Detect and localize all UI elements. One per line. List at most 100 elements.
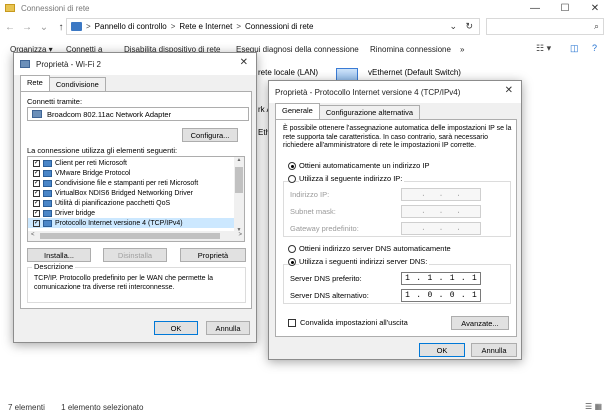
close-icon[interactable]: ✕ [240, 57, 248, 68]
adapter-icon [32, 110, 42, 118]
breadcrumb-item[interactable]: Pannello di controllo [95, 22, 167, 31]
breadcrumb-separator: > [86, 22, 91, 31]
checkbox[interactable]: ✓ [33, 219, 40, 227]
list-item[interactable]: ✓ Utilità di pianificazione pacchetti QoS [28, 198, 170, 208]
protocol-icon [43, 219, 52, 227]
list-item-selected[interactable]: ✓ Protocollo Internet versione 4 (TCP/IPv… [28, 218, 236, 228]
list-item[interactable]: ✓ Condivisione file e stampanti per reti … [28, 178, 198, 188]
change-view-button[interactable]: ☷ ▾ [536, 43, 551, 54]
breadcrumb-separator: > [170, 22, 176, 31]
alternate-dns-field[interactable]: 1.0.0.1 [401, 289, 481, 302]
tab-alternate-config[interactable]: Configurazione alternativa [318, 105, 420, 119]
checkbox[interactable]: ✓ [33, 199, 40, 207]
intro-text: È possibile ottenere l'assegnazione auto… [283, 125, 512, 149]
breadcrumb-separator: > [236, 22, 241, 31]
maximize-button[interactable]: ☐ [550, 0, 580, 16]
more-commands-button[interactable]: » [460, 45, 464, 54]
cancel-button[interactable]: Annulla [471, 343, 517, 357]
list-item[interactable]: ✓ VirtualBox NDIS6 Bridged Networking Dri… [28, 188, 193, 198]
configure-button[interactable]: Configura... [182, 128, 238, 142]
refresh-button[interactable]: ↻ [465, 21, 473, 32]
vertical-scrollbar[interactable]: ▲ ▼ [234, 157, 244, 233]
properties-button[interactable]: Proprietà [180, 248, 246, 262]
close-button[interactable]: ✕ [580, 0, 610, 16]
manual-ip-radio[interactable] [288, 175, 296, 183]
selection-count: 1 elemento selezionato [61, 403, 144, 412]
ip-address-label: Indirizzo IP: [290, 190, 330, 199]
preferred-dns-field[interactable]: 1.1.1.1 [401, 272, 481, 285]
component-label: VMware Bridge Protocol [55, 169, 131, 177]
rename-button[interactable]: Rinomina connessione [370, 45, 451, 54]
back-button[interactable]: ← [3, 22, 17, 33]
list-item[interactable]: vEthernet (Default Switch) [368, 68, 461, 77]
validate-checkbox[interactable] [288, 319, 296, 327]
connect-using-label: Connetti tramite: [27, 97, 83, 106]
close-icon[interactable]: ✕ [505, 85, 513, 96]
horizontal-scrollbar[interactable]: < > [28, 231, 244, 241]
dialog-titlebar: Proprietà - Protocollo Internet versione… [269, 81, 521, 103]
alternate-dns-label: Server DNS alternativo: [290, 291, 369, 300]
status-bar: 7 elementi 1 elemento selezionato [8, 403, 157, 412]
forward-button[interactable]: → [20, 22, 34, 33]
checkbox[interactable]: ✓ [33, 159, 40, 167]
address-bar[interactable]: > Pannello di controllo > Rete e Interne… [66, 18, 480, 35]
dialog-titlebar: Proprietà - Wi-Fi 2 ✕ [14, 53, 256, 75]
checkbox[interactable]: ✓ [33, 169, 40, 177]
auto-ip-radio[interactable] [288, 162, 296, 170]
ip-address-field: ... [401, 188, 481, 201]
auto-ip-label: Ottieni automaticamente un indirizzo IP [299, 161, 430, 170]
scroll-thumb[interactable] [235, 167, 243, 193]
cancel-button[interactable]: Annulla [206, 321, 250, 335]
tab-general[interactable]: Generale [275, 103, 320, 119]
address-dropdown-button[interactable]: ⌄ [449, 21, 457, 32]
install-button[interactable]: Installa... [27, 248, 91, 262]
search-input[interactable]: ⌕ [486, 18, 604, 35]
checkbox[interactable]: ✓ [33, 179, 40, 187]
preview-pane-button[interactable]: ◫ [570, 43, 579, 54]
checkbox[interactable]: ✓ [33, 189, 40, 197]
ipv4-properties-dialog: Proprietà - Protocollo Internet versione… [268, 80, 522, 360]
checkbox[interactable]: ✓ [33, 209, 40, 217]
dialog-title: Proprietà - Wi-Fi 2 [36, 59, 101, 69]
service-icon [43, 199, 52, 207]
list-item[interactable]: ✓ Driver bridge [28, 208, 95, 218]
gateway-field: ... [401, 222, 481, 235]
list-item[interactable]: ✓ VMware Bridge Protocol [28, 168, 130, 178]
auto-dns-radio[interactable] [288, 245, 296, 253]
recent-dropdown-button[interactable]: ⌄ [37, 22, 51, 33]
tab-network[interactable]: Rete [20, 75, 50, 91]
auto-dns-label: Ottieni indirizzo server DNS automaticam… [299, 244, 451, 253]
ok-button[interactable]: OK [154, 321, 198, 335]
advanced-button[interactable]: Avanzate... [451, 316, 509, 330]
tab-sharing[interactable]: Condivisione [48, 77, 106, 91]
help-button[interactable]: ? [592, 43, 597, 53]
scroll-up-icon[interactable]: ▲ [234, 157, 244, 163]
client-icon [43, 159, 52, 167]
breadcrumb-item[interactable]: Connessioni di rete [245, 22, 313, 31]
minimize-button[interactable]: — [520, 0, 550, 16]
control-panel-icon [71, 22, 82, 31]
component-label: VirtualBox NDIS6 Bridged Networking Driv… [55, 189, 193, 197]
scroll-left-icon[interactable]: < [31, 232, 35, 238]
wifi-properties-dialog: Proprietà - Wi-Fi 2 ✕ Rete Condivisione … [13, 52, 257, 343]
list-item[interactable]: ✓ Client per reti Microsoft [28, 158, 127, 168]
search-icon: ⌕ [593, 21, 599, 31]
manual-dns-radio[interactable] [288, 258, 296, 266]
manual-ip-label: Utilizza il seguente indirizzo IP: [299, 174, 405, 183]
components-label: La connessione utilizza gli elementi seg… [27, 146, 178, 155]
description-title: Descrizione [32, 262, 76, 271]
adapter-name: Broadcom 802.11ac Network Adapter [47, 109, 172, 119]
adapter-field: Broadcom 802.11ac Network Adapter [27, 107, 249, 121]
breadcrumb-item[interactable]: Rete e Internet [179, 22, 232, 31]
ok-button[interactable]: OK [419, 343, 465, 357]
scroll-thumb[interactable] [40, 233, 220, 239]
scroll-right-icon[interactable]: > [238, 232, 242, 238]
protocol-icon [43, 169, 52, 177]
folder-icon [5, 4, 15, 12]
list-item[interactable]: rete locale (LAN) [258, 68, 318, 77]
address-bar-row: ← → ⌄ ↑ > Pannello di controllo > Rete e… [0, 16, 610, 38]
components-list[interactable]: ✓ Client per reti Microsoft ✓ VMware Bridg… [27, 156, 245, 242]
dialog-title: Proprietà - Protocollo Internet versione… [275, 87, 461, 97]
view-toggle-icons[interactable]: ☰ ▦ [585, 402, 602, 411]
explorer-titlebar: Connessioni di rete — ☐ ✕ [0, 0, 610, 16]
